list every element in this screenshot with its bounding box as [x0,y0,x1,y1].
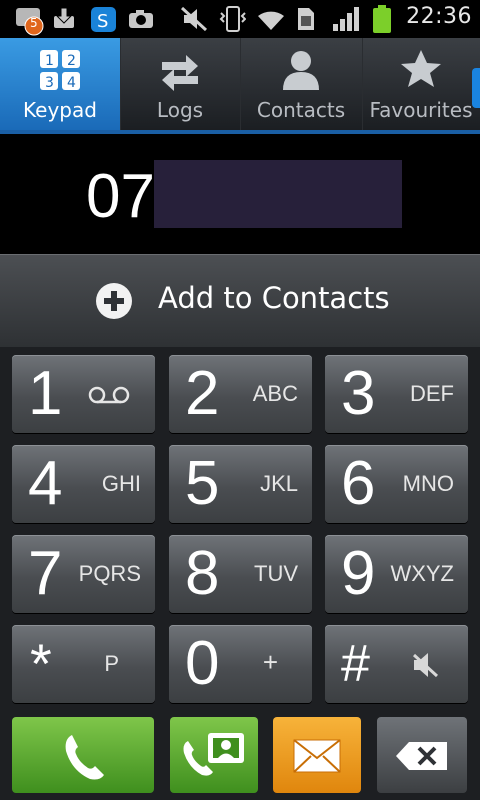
key-2[interactable]: 2 ABC [169,355,312,433]
key-letters: MNO [402,471,454,496]
key-digit: 0 [185,629,220,698]
key-digit: 3 [341,359,376,428]
key-digit: 5 [185,449,220,518]
voicemail-icon [87,385,131,409]
key-letters: ABC [252,381,298,406]
status-bar: 5 S 22:36 [0,0,480,38]
number-display[interactable]: 07 [0,134,480,254]
envelope-icon [293,739,341,777]
contacts-icon [279,48,323,96]
key-hash[interactable]: # [325,625,468,703]
key-letters: DEF [410,381,454,406]
skype-icon: S [90,6,118,38]
star-icon [399,48,443,96]
key-9[interactable]: 9 WXYZ [325,535,468,613]
keypad-icon-digit: 2 [67,53,76,69]
wifi-icon [256,6,286,36]
key-5[interactable]: 5 JKL [169,445,312,523]
keypad-icon-digit: 1 [45,53,54,69]
key-digit: 8 [185,539,220,608]
tab-keypad[interactable]: 1 2 3 4 Keypad [0,38,121,130]
phone-icon [62,731,108,785]
svg-text:S: S [97,11,108,32]
add-to-contacts-button[interactable]: Add to Contacts [0,254,480,348]
dial-keypad: 1 2 ABC 3 DEF 4 GHI 5 JKL 6 MNO 7 PQRS 8… [0,347,480,800]
logs-icon [158,50,202,98]
key-4[interactable]: 4 GHI [12,445,155,523]
tab-label: Favourites [369,98,473,122]
key-letters: PQRS [78,561,141,586]
clock: 22:36 [406,4,472,29]
battery-icon [372,4,392,38]
download-icon [52,6,76,34]
key-digit: 7 [28,539,63,608]
key-1[interactable]: 1 [12,355,155,433]
key-digit: 6 [341,449,376,518]
dialed-number: 07 [86,162,155,231]
mute-icon [180,6,208,36]
tab-favourites[interactable]: Favourites [362,38,480,130]
keypad-icon-digit: 4 [67,75,76,91]
key-digit: # [341,635,370,693]
tab-label: Logs [156,98,204,122]
key-digit: 2 [185,359,220,428]
key-letters: JKL [260,471,298,496]
key-letters: P [104,651,119,676]
key-0[interactable]: 0 + [169,625,312,703]
key-letters: WXYZ [390,561,454,586]
mute-icon [410,651,440,683]
backspace-button[interactable] [377,717,467,793]
message-button[interactable] [273,717,361,793]
key-digit: 9 [341,539,376,608]
call-button[interactable] [12,717,154,793]
signal-icon [332,6,360,36]
key-6[interactable]: 6 MNO [325,445,468,523]
key-digit: 1 [28,359,63,428]
key-letters: GHI [101,471,141,496]
key-star[interactable]: * P [12,625,155,703]
scroll-edge-indicator [472,68,480,108]
tab-label: Keypad [23,98,97,122]
video-call-button[interactable] [170,717,258,793]
vibrate-icon [218,5,247,37]
tab-logs[interactable]: Logs [120,38,241,130]
redacted-area [154,160,402,228]
sim-icon [296,6,316,36]
notification-badge: 5 [30,16,38,30]
key-3[interactable]: 3 DEF [325,355,468,433]
tab-contacts[interactable]: Contacts [240,38,363,130]
keypad-icon-digit: 3 [45,75,54,91]
key-7[interactable]: 7 PQRS [12,535,155,613]
backspace-icon [395,741,449,775]
key-digit: 4 [28,449,63,518]
key-digit: * [30,632,52,695]
camera-icon [128,8,154,34]
plus-circle-icon [96,283,132,319]
key-letters: TUV [254,561,298,586]
tab-bar: 1 2 3 4 Keypad Logs Contacts Favourites [0,38,480,134]
add-to-contacts-label: Add to Contacts [158,281,390,315]
key-letters: + [262,647,278,677]
video-call-icon [180,727,250,787]
keypad-icon: 1 2 3 4 [38,48,82,96]
key-8[interactable]: 8 TUV [169,535,312,613]
tab-label: Contacts [256,98,346,122]
